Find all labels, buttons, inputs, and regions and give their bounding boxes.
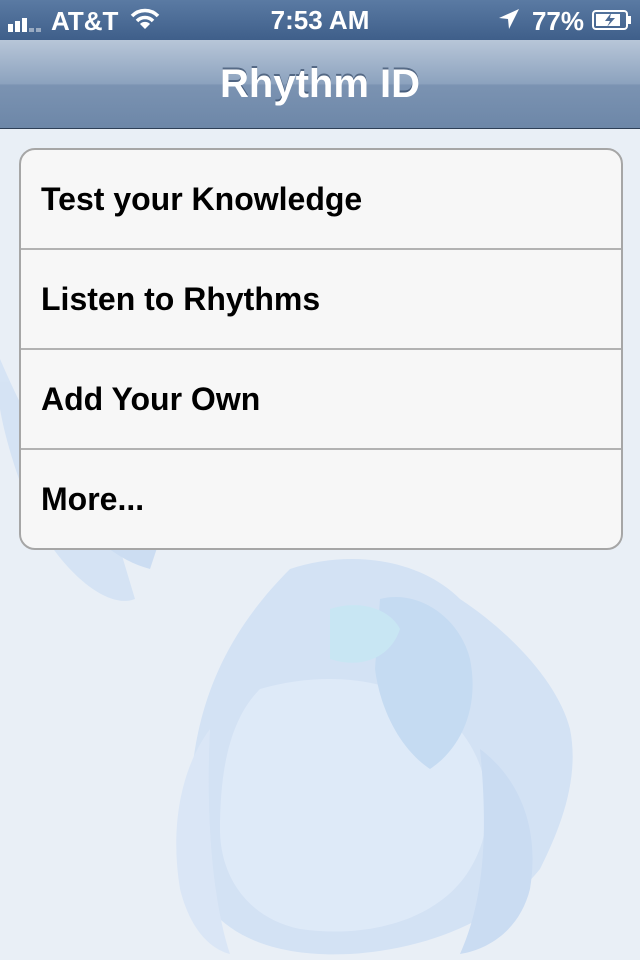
menu-list: Test your Knowledge Listen to Rhythms Ad… xyxy=(19,148,623,550)
menu-item-more[interactable]: More... xyxy=(21,450,621,548)
menu-item-label: Test your Knowledge xyxy=(41,180,363,217)
menu-item-label: Listen to Rhythms xyxy=(41,280,321,317)
location-icon xyxy=(498,6,520,37)
menu-item-label: Add Your Own xyxy=(41,380,261,417)
status-right: 77% xyxy=(498,6,632,37)
battery-icon xyxy=(592,6,632,37)
menu-item-label: More... xyxy=(41,480,145,517)
menu-item-add-your-own[interactable]: Add Your Own xyxy=(21,350,621,450)
menu-item-test-your-knowledge[interactable]: Test your Knowledge xyxy=(21,150,621,250)
status-bar: AT&T 7:53 AM 77% xyxy=(0,0,640,40)
page-title: Rhythm ID xyxy=(220,62,420,106)
menu-item-listen-to-rhythms[interactable]: Listen to Rhythms xyxy=(21,250,621,350)
navigation-bar: Rhythm ID xyxy=(0,40,640,129)
battery-percent: 77% xyxy=(531,6,584,36)
